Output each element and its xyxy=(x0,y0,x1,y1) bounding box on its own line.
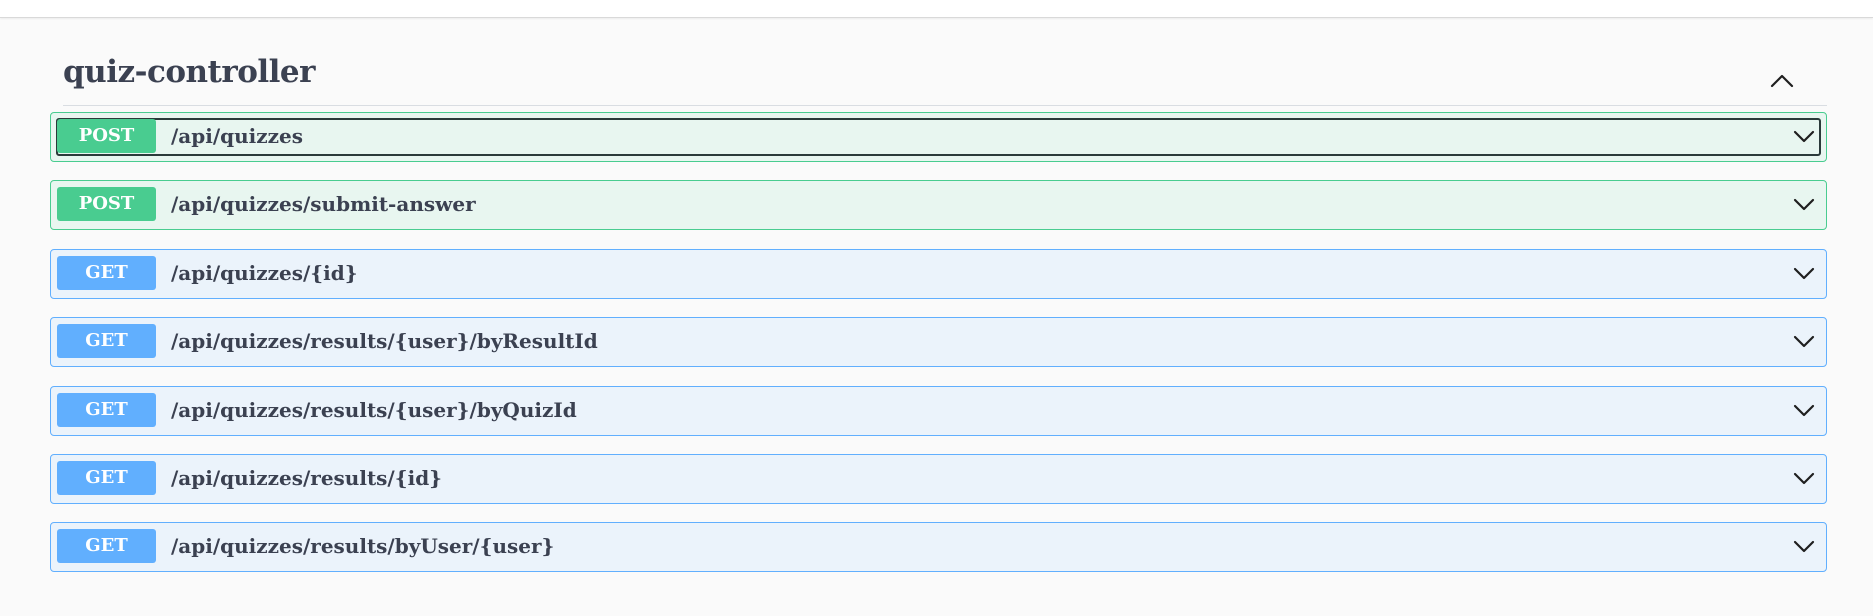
operation-path: /api/quizzes xyxy=(171,124,303,148)
method-badge: GET xyxy=(57,460,156,495)
operation-get-result-by-id[interactable]: GET /api/quizzes/results/{id} xyxy=(50,453,1827,504)
quiz-controller-section: quiz-controller POST /api/quizzes POST /… xyxy=(50,18,1827,573)
operation-summary[interactable]: GET /api/quizzes/results/{id} xyxy=(56,460,1821,498)
method-badge: GET xyxy=(57,392,156,427)
operation-summary[interactable]: POST /api/quizzes xyxy=(56,118,1821,156)
operation-summary[interactable]: GET /api/quizzes/results/byUser/{user} xyxy=(56,528,1821,566)
chevron-down-icon[interactable] xyxy=(1791,262,1817,284)
operation-get-results-by-result-id[interactable]: GET /api/quizzes/results/{user}/byResult… xyxy=(50,317,1827,368)
chevron-down-icon[interactable] xyxy=(1791,467,1817,489)
chevron-down-icon[interactable] xyxy=(1791,330,1817,352)
operation-summary[interactable]: GET /api/quizzes/{id} xyxy=(56,255,1821,293)
chevron-up-icon[interactable] xyxy=(1767,70,1797,94)
operation-path: /api/quizzes/submit-answer xyxy=(171,192,476,217)
method-badge: POST xyxy=(57,187,156,222)
chevron-down-icon[interactable] xyxy=(1791,125,1817,147)
operation-get-results-by-user[interactable]: GET /api/quizzes/results/byUser/{user} xyxy=(50,522,1827,573)
operation-path: /api/quizzes/{id} xyxy=(171,260,358,285)
section-header[interactable]: quiz-controller xyxy=(63,18,1827,106)
section-title: quiz-controller xyxy=(63,54,316,90)
method-badge: GET xyxy=(57,255,156,290)
method-badge: GET xyxy=(57,324,156,359)
operation-summary[interactable]: GET /api/quizzes/results/{user}/byQuizId xyxy=(56,392,1821,430)
operations-list: POST /api/quizzes POST /api/quizzes/subm… xyxy=(50,112,1827,591)
operation-post-api-quizzes[interactable]: POST /api/quizzes xyxy=(50,112,1827,162)
operation-path: /api/quizzes/results/{user}/byQuizId xyxy=(171,397,577,422)
operation-path: /api/quizzes/results/byUser/{user} xyxy=(171,534,555,559)
operation-get-quiz-by-id[interactable]: GET /api/quizzes/{id} xyxy=(50,248,1827,299)
top-bar xyxy=(0,0,1873,18)
operation-summary[interactable]: GET /api/quizzes/results/{user}/byResult… xyxy=(56,323,1821,361)
chevron-down-icon[interactable] xyxy=(1791,399,1817,421)
method-badge: GET xyxy=(57,529,156,564)
method-badge: POST xyxy=(57,119,156,153)
chevron-down-icon[interactable] xyxy=(1791,193,1817,215)
operation-post-submit-answer[interactable]: POST /api/quizzes/submit-answer xyxy=(50,180,1827,231)
operation-get-results-by-quiz-id[interactable]: GET /api/quizzes/results/{user}/byQuizId xyxy=(50,385,1827,436)
operation-path: /api/quizzes/results/{id} xyxy=(171,465,443,490)
chevron-down-icon[interactable] xyxy=(1791,535,1817,557)
operation-path: /api/quizzes/results/{user}/byResultId xyxy=(171,329,598,354)
operation-summary[interactable]: POST /api/quizzes/submit-answer xyxy=(56,186,1821,224)
